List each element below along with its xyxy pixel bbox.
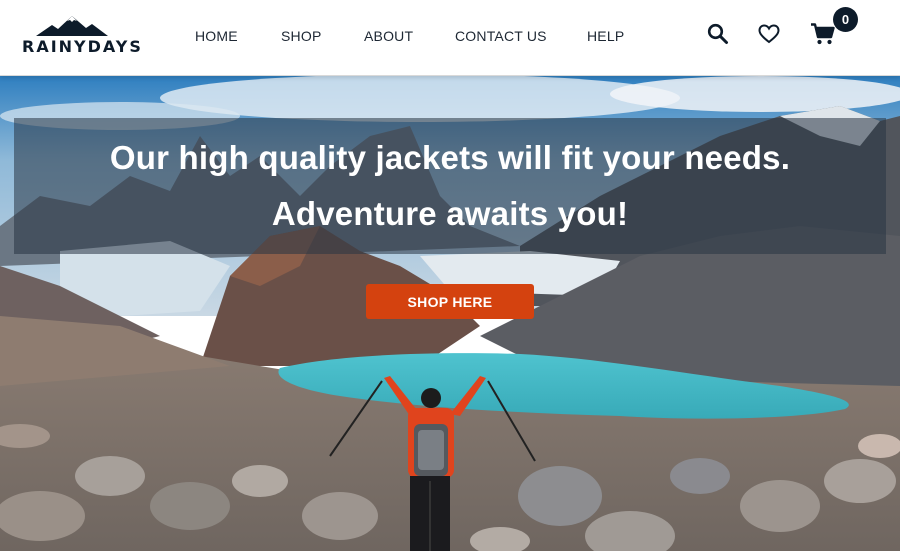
mountain-logo-icon — [36, 16, 108, 36]
nav-home[interactable]: HOME — [195, 28, 238, 44]
nav-contact-us[interactable]: CONTACT US — [455, 28, 547, 44]
hero-banner: Our high quality jackets will fit your n… — [0, 76, 900, 551]
brand-logo[interactable]: RAINYDAYS — [22, 16, 143, 60]
nav-about[interactable]: ABOUT — [364, 28, 413, 44]
cart-count-badge: 0 — [833, 7, 858, 32]
search-icon[interactable] — [707, 23, 729, 45]
shop-here-button[interactable]: SHOP HERE — [366, 284, 534, 319]
hero-headline: Our high quality jackets will fit your n… — [109, 139, 791, 176]
heart-icon[interactable] — [758, 24, 780, 44]
nav-shop[interactable]: SHOP — [281, 28, 321, 44]
nav-help[interactable]: HELP — [587, 28, 624, 44]
hero-subheadline: Adventure awaits you! — [271, 195, 629, 232]
brand-name: RAINYDAYS — [22, 37, 143, 56]
cart-icon[interactable] — [810, 22, 836, 46]
site-header: RAINYDAYS HOME SHOP ABOUT CONTACT US HEL… — [0, 0, 900, 76]
